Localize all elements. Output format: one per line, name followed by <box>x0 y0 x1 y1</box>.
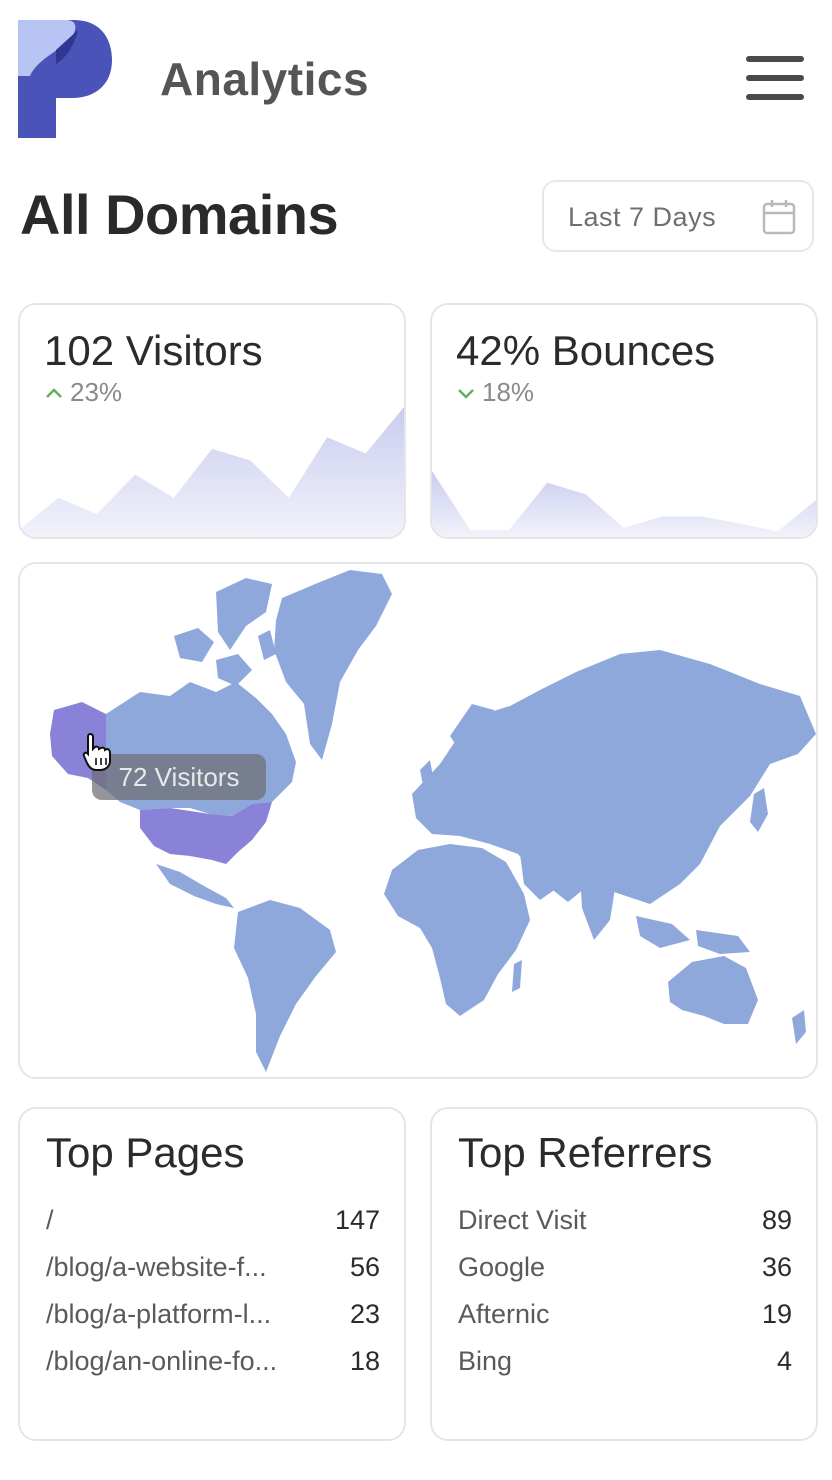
list-item[interactable]: /blog/a-platform-l... 23 <box>46 1299 380 1346</box>
world-map-card[interactable]: 72 Visitors <box>18 562 818 1079</box>
sparkline-area <box>432 471 816 537</box>
calendar-icon <box>762 200 796 235</box>
list-item[interactable]: /blog/a-website-f... 56 <box>46 1252 380 1299</box>
world-map[interactable] <box>20 564 816 1077</box>
referrer-name: Bing <box>458 1346 513 1376</box>
visitors-sparkline <box>20 407 404 537</box>
referrer-name: Afternic <box>458 1299 550 1329</box>
referrer-count: 36 <box>761 1252 792 1282</box>
page-count: 23 <box>349 1299 380 1329</box>
page-path: /blog/an-online-fo... <box>46 1346 278 1376</box>
top-referrers-card: Top Referrers Direct Visit 89 Google 36 … <box>430 1107 818 1441</box>
hamburger-menu-icon[interactable] <box>744 54 806 104</box>
top-pages-list: / 147 /blog/a-website-f... 56 /blog/a-pl… <box>46 1205 380 1393</box>
top-pages-card: Top Pages / 147 /blog/a-website-f... 56 … <box>18 1107 406 1441</box>
referrer-name: Direct Visit <box>458 1205 587 1235</box>
list-item[interactable]: Afternic 19 <box>458 1299 792 1346</box>
bounces-card[interactable]: 42% Bounces 18% <box>430 303 818 539</box>
map-region-australia[interactable] <box>668 956 758 1024</box>
top-referrers-list: Direct Visit 89 Google 36 Afternic 19 Bi… <box>458 1205 792 1393</box>
p-logo-icon[interactable] <box>16 20 112 140</box>
list-item[interactable]: Bing 4 <box>458 1346 792 1393</box>
map-region-africa[interactable] <box>384 844 530 1016</box>
sparkline-area <box>20 407 404 537</box>
list-item[interactable]: / 147 <box>46 1205 380 1252</box>
referrer-count: 89 <box>761 1205 792 1235</box>
visitors-card[interactable]: 102 Visitors 23% <box>18 303 406 539</box>
date-range-picker[interactable]: Last 7 Days <box>542 180 814 252</box>
list-item[interactable]: Direct Visit 89 <box>458 1205 792 1252</box>
referrer-count: 19 <box>761 1299 792 1329</box>
page-count: 147 <box>334 1205 380 1235</box>
page-count: 18 <box>349 1346 380 1376</box>
list-item[interactable]: /blog/an-online-fo... 18 <box>46 1346 380 1393</box>
page-count: 56 <box>349 1252 380 1282</box>
top-referrers-title: Top Referrers <box>458 1129 713 1176</box>
map-tooltip: 72 Visitors <box>92 754 266 800</box>
referrer-name: Google <box>458 1252 546 1282</box>
page-path: /blog/a-website-f... <box>46 1252 267 1282</box>
top-pages-title: Top Pages <box>46 1129 245 1176</box>
app-title: Analytics <box>160 53 370 105</box>
page-title: All Domains <box>20 183 339 246</box>
list-item[interactable]: Google 36 <box>458 1252 792 1299</box>
page-path: / <box>46 1205 54 1235</box>
hand-pointer-icon <box>82 732 111 771</box>
bounces-sparkline <box>432 471 816 537</box>
map-region-south-america[interactable] <box>234 900 336 1072</box>
page-path: /blog/a-platform-l... <box>46 1299 272 1329</box>
date-range-label: Last 7 Days <box>568 202 717 232</box>
map-region-greenland[interactable] <box>274 570 392 760</box>
referrer-count: 4 <box>776 1346 792 1376</box>
